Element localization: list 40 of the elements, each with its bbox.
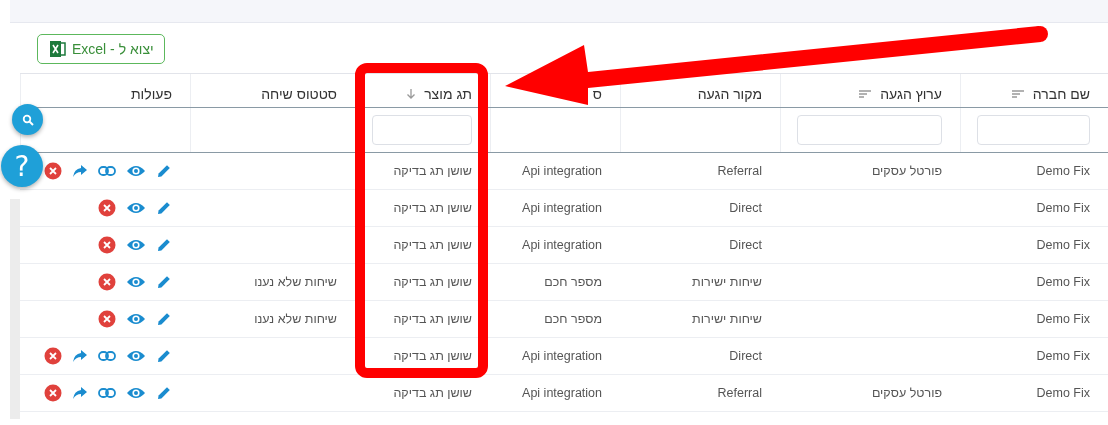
table-cell: מספר חכם [544, 312, 602, 326]
table-cell: Demo Fix [1036, 275, 1090, 289]
table-cell: Direct [729, 201, 762, 215]
table-cell: שושן תג בדיקה [393, 312, 472, 326]
table-cell: Api integration [522, 386, 602, 400]
table-cell: שיחות ישירות [692, 275, 762, 289]
table-cell: Referral [717, 164, 762, 178]
table-cell: שושן תג בדיקה [393, 275, 472, 289]
column-header[interactable]: שם חברה [1032, 85, 1090, 102]
export-excel-button[interactable]: יצוא ל - Excel [37, 34, 165, 64]
table-cell: פורטל עסקים [871, 386, 942, 400]
table-cell: שושן תג בדיקה [393, 164, 472, 178]
table-cell: שיחות ישירות [692, 312, 762, 326]
table-cell: Api integration [522, 238, 602, 252]
table-cell: Demo Fix [1036, 349, 1090, 363]
column-header[interactable]: תג מוצר [424, 85, 472, 102]
table-cell: שושן תג בדיקה [393, 201, 472, 215]
column-header[interactable]: פעולות [130, 85, 172, 102]
column-header[interactable]: מקור הגעה [697, 85, 762, 102]
table-cell: Direct [729, 349, 762, 363]
table-cell: שיחות שלא נענו [254, 312, 337, 326]
table-cell: שושן תג בדיקה [393, 238, 472, 252]
table-cell: Api integration [522, 349, 602, 363]
table-cell: שיחות שלא נענו [254, 275, 337, 289]
column-header[interactable]: ס [592, 85, 602, 102]
table-cell: מספר חכם [544, 275, 602, 289]
table-cell: שושן תג בדיקה [393, 386, 472, 400]
table-cell: Demo Fix [1036, 312, 1090, 326]
column-header[interactable]: ערוץ הגעה [880, 85, 942, 102]
table-cell: Api integration [522, 164, 602, 178]
table-cell: Demo Fix [1036, 164, 1090, 178]
table-cell: Demo Fix [1036, 238, 1090, 252]
table-cell: Demo Fix [1036, 386, 1090, 400]
table-cell: Direct [729, 238, 762, 252]
table-cell: Api integration [522, 201, 602, 215]
table-cell: שושן תג בדיקה [393, 349, 472, 363]
table-cell: Referral [717, 386, 762, 400]
table-cell: Demo Fix [1036, 201, 1090, 215]
column-header[interactable]: סטטוס שיחה [261, 85, 337, 102]
table-cell: פורטל עסקים [871, 164, 942, 178]
